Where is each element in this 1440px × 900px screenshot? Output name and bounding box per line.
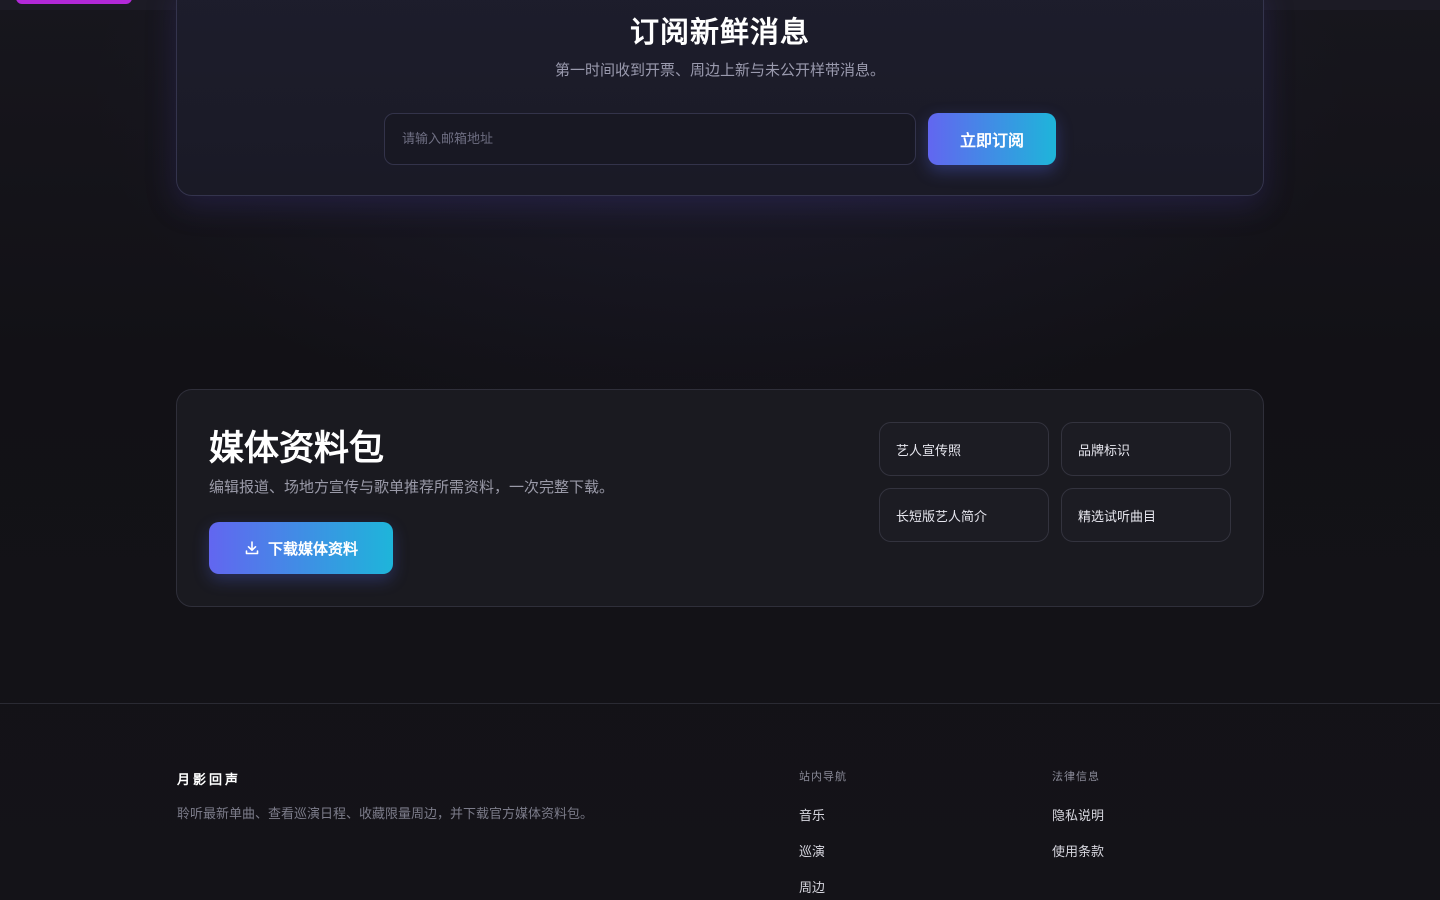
subscribe-card: 订阅新鲜消息 第一时间收到开票、周边上新与未公开样带消息。 立即订阅: [176, 0, 1264, 196]
footer-link-merch[interactable]: 周边: [799, 877, 825, 896]
media-kit-card: 媒体资料包 编辑报道、场地方宣传与歌单推荐所需资料，一次完整下载。 下载媒体资料…: [176, 389, 1264, 607]
footer-link-privacy[interactable]: 隐私说明: [1052, 805, 1104, 824]
footer-nav-title: 站内导航: [799, 770, 847, 783]
footer-link-tour[interactable]: 巡演: [799, 841, 825, 860]
media-kit-subtitle: 编辑报道、场地方宣传与歌单推荐所需资料，一次完整下载。: [209, 478, 615, 496]
footer-legal-title: 法律信息: [1052, 770, 1100, 783]
subscribe-button[interactable]: 立即订阅: [928, 113, 1056, 165]
download-icon: [245, 541, 259, 555]
download-media-kit-button[interactable]: 下载媒体资料: [209, 522, 393, 574]
footer-description: 聆听最新单曲、查看巡演日程、收藏限量周边，并下载官方媒体资料包。: [177, 807, 594, 822]
email-input[interactable]: [384, 113, 916, 165]
download-button-label: 下载媒体资料: [267, 539, 358, 558]
kit-item-artist-bio[interactable]: 长短版艺人简介: [879, 488, 1049, 542]
kit-item-artist-photos[interactable]: 艺人宣传照: [879, 422, 1049, 476]
subscribe-subtitle: 第一时间收到开票、周边上新与未公开样带消息。: [554, 61, 885, 79]
footer-link-music[interactable]: 音乐: [799, 805, 825, 824]
footer-brand: 月影回声: [177, 773, 242, 788]
footer-divider: [0, 703, 1440, 704]
kit-item-brand-logos[interactable]: 品牌标识: [1061, 422, 1231, 476]
media-kit-title: 媒体资料包: [209, 429, 385, 469]
top-nav-pill[interactable]: [16, 0, 132, 4]
subscribe-title: 订阅新鲜消息: [629, 15, 810, 49]
footer-link-terms[interactable]: 使用条款: [1052, 841, 1104, 860]
kit-item-sample-tracks[interactable]: 精选试听曲目: [1061, 488, 1231, 542]
